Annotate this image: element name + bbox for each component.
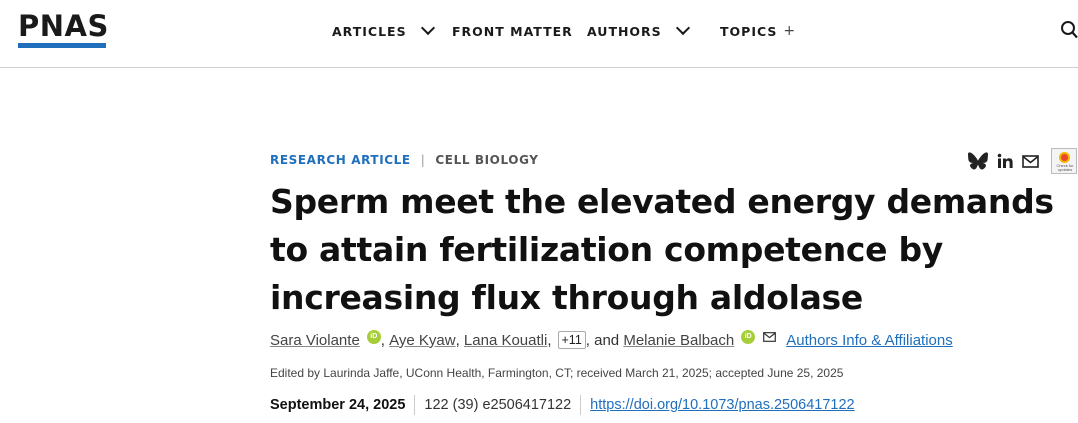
logo-underline <box>18 43 106 48</box>
plus-icon: + <box>783 23 796 39</box>
nav-front-matter[interactable]: FRONT MATTER <box>452 22 573 40</box>
nav-authors[interactable]: AUTHORS <box>587 20 690 40</box>
site-header: PNAS ARTICLES FRONT MATTER AUTHORS TOPIC… <box>0 0 1078 68</box>
nav-topics-label: TOPICS <box>720 23 778 39</box>
search-icon[interactable] <box>1060 20 1078 40</box>
orcid-icon[interactable]: iD <box>366 330 381 344</box>
publication-meta: September 24, 2025 122 (39) e2506417122 … <box>270 395 855 415</box>
citation-info: 122 (39) e2506417122 <box>424 397 572 413</box>
article-kicker: RESEARCH ARTICLE | CELL BIOLOGY <box>270 153 539 167</box>
corresponding-author-email-icon[interactable] <box>763 329 777 346</box>
author-link[interactable]: Aye Kyaw <box>389 332 455 349</box>
bluesky-icon[interactable] <box>968 152 988 170</box>
author-link[interactable]: Sara Violante <box>270 332 360 349</box>
nav-front-matter-label: FRONT MATTER <box>452 23 573 39</box>
nav-articles-label: ARTICLES <box>332 23 407 39</box>
pnas-logo[interactable]: PNAS <box>18 11 109 41</box>
doi-link[interactable]: https://doi.org/10.1073/pnas.2506417122 <box>590 397 854 413</box>
crossmark-dot <box>1059 152 1070 163</box>
author-separator: , <box>547 331 552 349</box>
editor-and-dates: Edited by Laurinda Jaffe, UConn Health, … <box>270 366 844 380</box>
meta-divider <box>580 395 582 415</box>
authors-info-affiliations-link[interactable]: Authors Info & Affiliations <box>786 332 953 349</box>
orcid-icon[interactable]: iD <box>741 330 756 344</box>
article-subject-link[interactable]: CELL BIOLOGY <box>435 153 538 167</box>
author-separator: , <box>380 331 390 349</box>
meta-divider <box>414 395 416 415</box>
article-title: Sperm meet the elevated energy demands t… <box>270 182 1054 317</box>
share-toolbar: Check for updates <box>968 148 1077 174</box>
crossmark-icon[interactable]: Check for updates <box>1051 148 1077 174</box>
nav-topics[interactable]: TOPICS + <box>720 22 795 40</box>
linkedin-icon[interactable] <box>997 153 1013 169</box>
author-separator: , <box>455 331 464 349</box>
chevron-down-icon <box>420 20 435 36</box>
kicker-separator: | <box>420 153 426 167</box>
chevron-down-icon <box>675 20 690 36</box>
publication-date: September 24, 2025 <box>270 397 406 413</box>
author-link[interactable]: Lana Kouatli <box>464 332 547 349</box>
article-type-link[interactable]: RESEARCH ARTICLE <box>270 153 411 167</box>
more-authors-button[interactable]: +11 <box>557 331 586 349</box>
crossmark-text: Check for updates <box>1056 163 1074 172</box>
nav-authors-label: AUTHORS <box>587 23 662 39</box>
email-icon[interactable] <box>1022 154 1039 168</box>
nav-articles[interactable]: ARTICLES <box>332 20 435 40</box>
author-list: Sara Violante iD , Aye Kyaw , Lana Kouat… <box>270 329 953 349</box>
author-link[interactable]: Melanie Balbach <box>623 332 734 349</box>
author-conjunction: , and <box>585 331 620 349</box>
